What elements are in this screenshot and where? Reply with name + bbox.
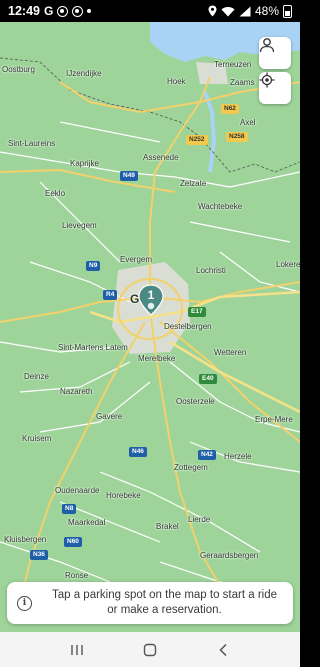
- place-wachtebeke: Wachtebeke: [198, 202, 243, 211]
- place-terneuzen: Terneuzen: [214, 60, 252, 69]
- place-evergem: Evergem: [120, 255, 153, 264]
- place-oostburg: Oostburg: [2, 65, 35, 74]
- place-herzele: Herzele: [224, 452, 252, 461]
- recents-icon: [70, 644, 83, 655]
- place-wetteren: Wetteren: [214, 348, 247, 357]
- place-lievegem: Lievegem: [62, 221, 97, 230]
- road-shield-n8: N8: [62, 504, 77, 514]
- wifi-icon: [221, 6, 235, 17]
- signal-icon: [239, 6, 251, 16]
- android-nav-bar: [0, 632, 300, 667]
- profile-button[interactable]: [259, 37, 291, 69]
- my-location-icon: [259, 72, 275, 88]
- road-shield-n49: N49: [120, 171, 138, 181]
- place-maarkedal: Maarkedal: [68, 518, 106, 527]
- water-canal: [203, 91, 217, 173]
- status-bar-right: 48%: [208, 4, 292, 18]
- place-sint-martens-latem: Sint-Martens Latem: [58, 343, 128, 352]
- place-merelbeke: Merelbeke: [138, 354, 176, 363]
- road-shield-e17: E17: [188, 307, 206, 317]
- road-shield-e40: E40: [199, 374, 217, 384]
- toast-message: Tap a parking spot on the map to start a…: [51, 589, 278, 616]
- status-bar-left: 12:49 G: [8, 4, 92, 18]
- road-shield-n62: N62: [221, 104, 239, 114]
- place-kruisem: Kruisem: [22, 434, 52, 443]
- road-shield-n252: N252: [186, 135, 208, 145]
- place-brakel: Brakel: [156, 522, 179, 531]
- home-button[interactable]: [135, 638, 165, 662]
- road-shield-n36: N36: [30, 550, 48, 560]
- road-shield-n42: N42: [198, 450, 216, 460]
- place-lokeren: Lokere: [276, 260, 300, 269]
- place-geraardsbergen: Geraardsbergen: [200, 551, 259, 560]
- road-shield-n258: N258: [226, 132, 248, 142]
- place-gavere: Gavere: [96, 412, 123, 421]
- place-erpe-mere: Erpe-Mere: [255, 415, 293, 424]
- place-lierde: Lierde: [188, 515, 211, 524]
- info-icon: i: [17, 595, 32, 611]
- place-ijzendijke: IJzendijke: [66, 69, 102, 78]
- status-time: 12:49: [8, 4, 40, 18]
- parking-cluster-marker[interactable]: 1: [138, 284, 164, 316]
- notification-circle-icon: [57, 5, 69, 17]
- place-deinze: Deinze: [24, 372, 49, 381]
- place-eeklo: Eeklo: [45, 189, 66, 198]
- battery-icon: [283, 4, 292, 18]
- more-notifications-dot-icon: [87, 9, 92, 13]
- notification-circle-icon-2: [72, 5, 84, 17]
- info-toast: i Tap a parking spot on the map to start…: [7, 582, 293, 624]
- place-zaamslag: Zaams: [230, 78, 255, 87]
- place-zottegem: Zottegem: [174, 463, 208, 472]
- my-location-button[interactable]: [259, 72, 291, 104]
- place-sint-laureins: Sint-Laureins: [8, 139, 56, 148]
- place-nazareth: Nazareth: [60, 387, 93, 396]
- battery-percent: 48%: [254, 4, 279, 18]
- back-icon: [219, 643, 227, 656]
- place-lochristi: Lochristi: [196, 266, 226, 275]
- map-view[interactable]: Oostburg IJzendijke Hoek Terneuzen Zaams…: [0, 22, 300, 632]
- road-shield-n60: N60: [64, 537, 82, 547]
- place-zelzate: Zelzate: [180, 179, 207, 188]
- place-assenede: Assenede: [143, 153, 179, 162]
- place-kaprijke: Kaprijke: [70, 159, 99, 168]
- place-oudenaarde: Oudenaarde: [55, 486, 100, 495]
- location-icon: [208, 5, 217, 17]
- home-icon: [143, 643, 157, 656]
- road-shield-n9: N9: [86, 261, 101, 271]
- place-hoek: Hoek: [167, 77, 186, 86]
- google-notification-icon: G: [43, 4, 54, 18]
- place-horebeke: Horebeke: [106, 491, 141, 500]
- road-shield-r4: R4: [103, 290, 118, 300]
- place-ronse: Ronse: [65, 571, 89, 580]
- place-axel: Axel: [240, 118, 256, 127]
- cluster-count: 1: [147, 288, 155, 302]
- person-icon: [259, 38, 275, 53]
- back-button[interactable]: [208, 638, 238, 662]
- recents-button[interactable]: [62, 638, 92, 662]
- road-shield-n46: N46: [129, 447, 147, 457]
- status-bar: 12:49 G 48%: [0, 0, 300, 22]
- place-kluisbergen: Kluisbergen: [4, 535, 47, 544]
- place-oosterzele: Oosterzele: [176, 397, 215, 406]
- place-destelbergen: Destelbergen: [164, 322, 212, 331]
